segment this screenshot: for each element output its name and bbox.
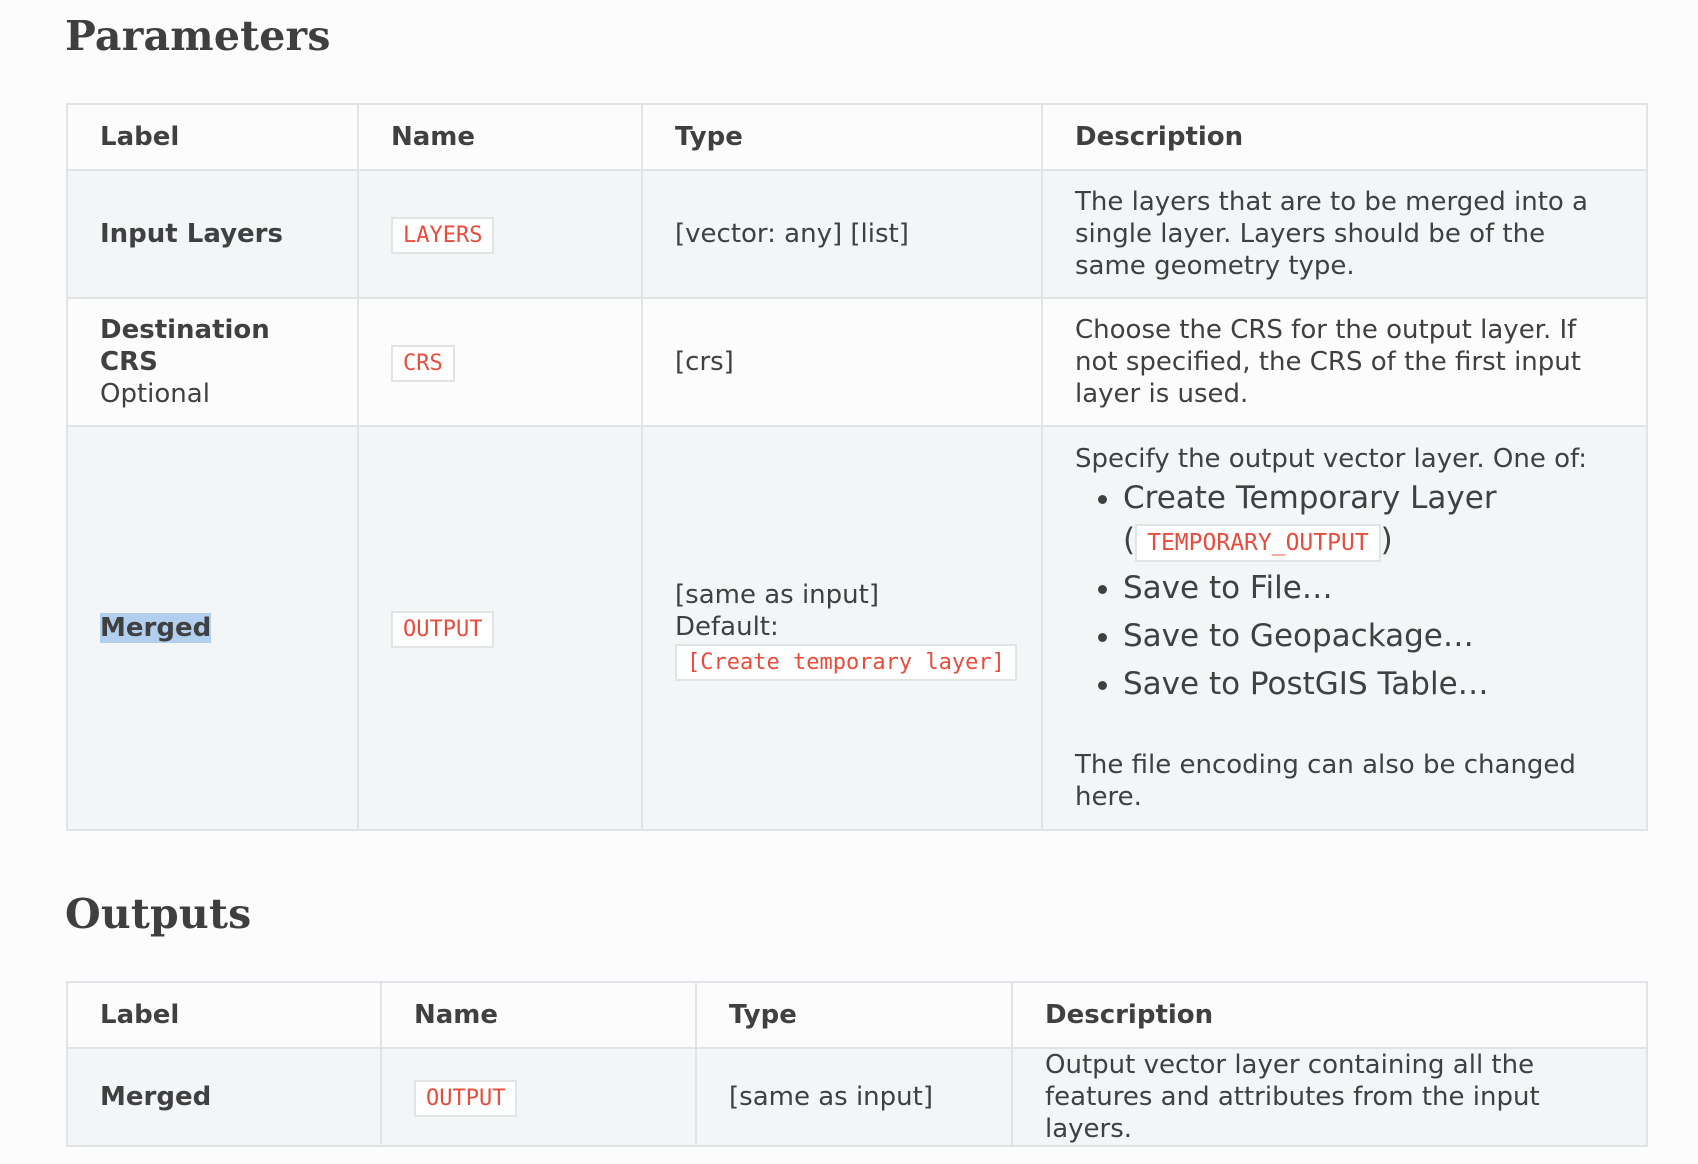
parameters-table: Label Name Type Description Input Layers… (66, 103, 1648, 831)
param-name-code: OUTPUT (391, 610, 495, 648)
table-row: Input Layers LAYERS [vector: any] [list]… (66, 169, 1648, 299)
option-paren-open: ( (1123, 522, 1136, 558)
outputs-heading: Outputs (65, 890, 252, 938)
param-type-cell: [same as input] Default: [Create tempora… (641, 425, 1043, 831)
table-row: Merged OUTPUT [same as input] Output vec… (66, 1047, 1648, 1147)
param-type: [crs] (641, 297, 1043, 427)
outputs-table: Label Name Type Description Merged OUTPU… (66, 981, 1648, 1147)
description-outro: The file encoding can also be changed he… (1075, 750, 1576, 812)
output-description: Output vector layer containing all the f… (1011, 1047, 1648, 1147)
column-header-description: Description (1041, 103, 1648, 171)
param-name-cell: OUTPUT (357, 425, 643, 831)
param-description: The layers that are to be merged into a … (1041, 169, 1648, 299)
output-type: [same as input] (695, 1047, 1013, 1147)
column-header-label: Label (66, 981, 382, 1049)
column-header-name: Name (380, 981, 697, 1049)
default-value-code: [Create temporary layer] (675, 643, 1017, 681)
param-description: Choose the CRS for the output layer. If … (1041, 297, 1648, 427)
output-name-cell: OUTPUT (380, 1047, 697, 1147)
param-label[interactable]: Merged (100, 613, 212, 643)
param-name-code: CRS (391, 344, 455, 382)
param-label-cell: Destination CRS Optional (66, 297, 359, 427)
option-text: Create Temporary Layer (1123, 480, 1497, 516)
list-item: Save to PostGIS Table… (1123, 663, 1614, 705)
param-type: [same as input] (675, 579, 879, 610)
description-intro: Specify the output vector layer. One of: (1075, 444, 1588, 474)
column-header-name: Name (357, 103, 643, 171)
table-header-row: Label Name Type Description (66, 981, 1648, 1049)
param-label-cell: Merged (66, 425, 359, 831)
param-description-cell: Specify the output vector layer. One of:… (1041, 425, 1648, 831)
column-header-description: Description (1011, 981, 1648, 1049)
output-options-list: Create Temporary Layer (TEMPORARY_OUTPUT… (1075, 477, 1614, 705)
table-header-row: Label Name Type Description (66, 103, 1648, 171)
temporary-output-code: TEMPORARY_OUTPUT (1135, 524, 1381, 562)
output-label: Merged (66, 1047, 382, 1147)
param-type: [vector: any] [list] (641, 169, 1043, 299)
option-paren-close: ) (1380, 522, 1393, 558)
table-row: Destination CRS Optional CRS [crs] Choos… (66, 297, 1648, 427)
list-item: Create Temporary Layer (TEMPORARY_OUTPUT… (1123, 477, 1614, 562)
optional-note: Optional (100, 379, 210, 409)
default-label: Default: (675, 611, 779, 642)
param-name-cell: CRS (357, 297, 643, 427)
column-header-type: Type (695, 981, 1013, 1049)
list-item: Save to Geopackage… (1123, 615, 1614, 657)
param-name-cell: LAYERS (357, 169, 643, 299)
documentation-page: Parameters Label Name Type Description I… (0, 0, 1698, 1164)
table-row: Merged OUTPUT [same as input] Default: [… (66, 425, 1648, 831)
param-name-code: LAYERS (391, 216, 495, 254)
column-header-type: Type (641, 103, 1043, 171)
param-label: Destination CRS (100, 315, 270, 377)
param-label: Input Layers (66, 169, 359, 299)
output-name-code: OUTPUT (414, 1079, 518, 1117)
column-header-label: Label (66, 103, 359, 171)
list-item: Save to File… (1123, 567, 1614, 609)
parameters-heading: Parameters (65, 12, 331, 60)
